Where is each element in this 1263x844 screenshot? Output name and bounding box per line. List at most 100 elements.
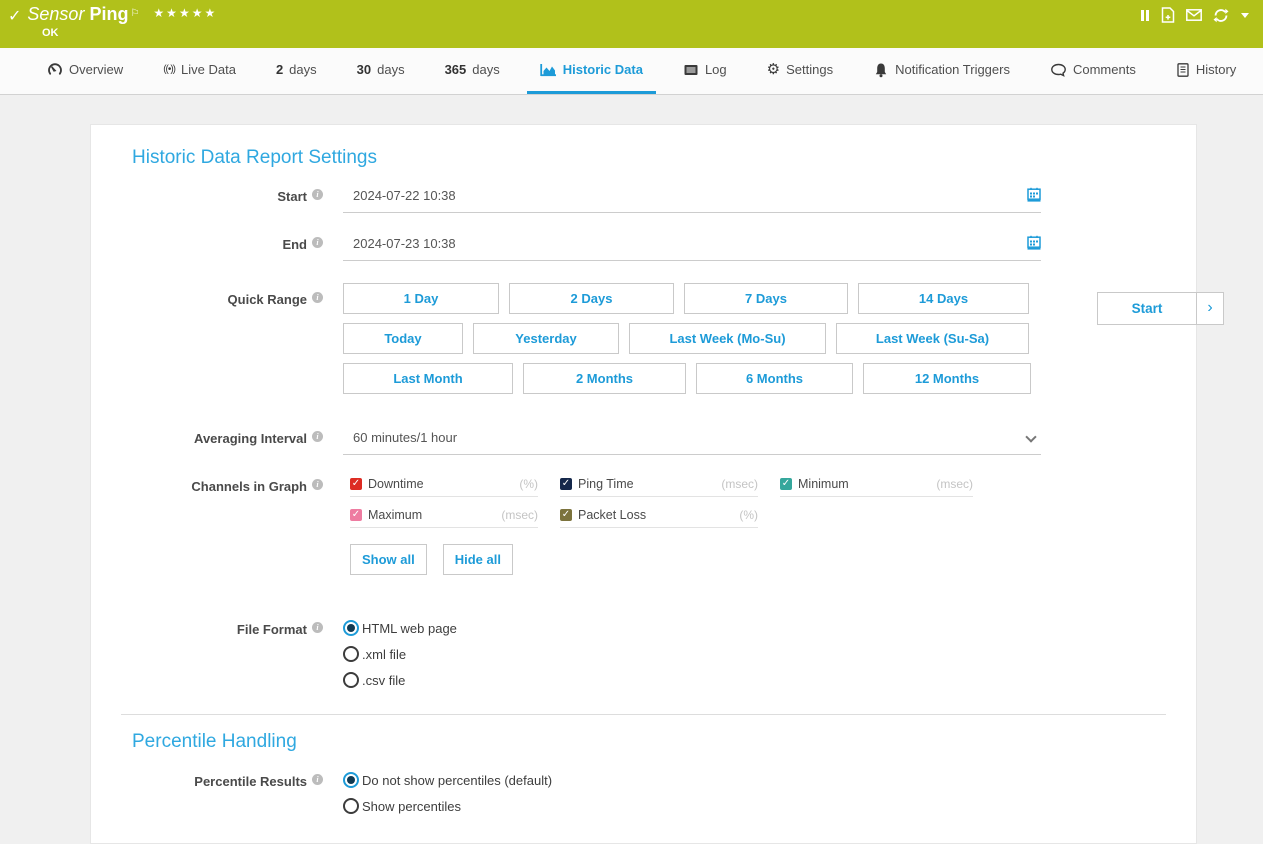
tab-label: days xyxy=(289,62,316,77)
file-format-option[interactable]: .csv file xyxy=(343,672,1041,688)
radio-button[interactable] xyxy=(343,646,359,662)
file-format-options: HTML web page .xml file .csv file xyxy=(343,620,1041,688)
quick-range-label: Quick Range xyxy=(228,292,307,307)
start-date-value: 2024-07-22 10:38 xyxy=(353,188,456,203)
quick-range-button[interactable]: Today xyxy=(343,323,463,354)
chevron-down-icon xyxy=(1025,431,1036,442)
channel-checkbox[interactable]: ✓ xyxy=(350,509,362,521)
tab-label: Historic Data xyxy=(563,62,643,77)
tab-comments[interactable]: Comments xyxy=(1037,48,1149,94)
radio-button[interactable] xyxy=(343,620,359,636)
historic-data-panel: Historic Data Report Settings Start i 20… xyxy=(90,124,1197,844)
radio-label: HTML web page xyxy=(362,621,457,636)
channel-unit: (msec) xyxy=(936,477,973,491)
start-date-input[interactable]: 2024-07-22 10:38 xyxy=(343,187,1041,213)
info-icon[interactable]: i xyxy=(312,774,323,785)
report-document-icon[interactable] xyxy=(1161,7,1175,23)
priority-stars[interactable]: ★★★★★ xyxy=(153,6,217,20)
quick-range-button[interactable]: Last Week (Mo-Su) xyxy=(629,323,826,354)
quick-range-button[interactable]: 12 Months xyxy=(863,363,1031,394)
quick-range-button[interactable]: 6 Months xyxy=(696,363,853,394)
calendar-icon[interactable] xyxy=(1027,235,1041,250)
channel-item[interactable]: ✓ Ping Time (msec) xyxy=(560,477,758,497)
tab-overview[interactable]: Overview xyxy=(34,48,136,94)
tab-live-data[interactable]: ((•)) Live Data xyxy=(150,48,249,94)
quick-range-button[interactable]: Yesterday xyxy=(473,323,619,354)
tab-30-days[interactable]: 30 days xyxy=(344,48,418,94)
percentile-results-options: Do not show percentiles (default) Show p… xyxy=(343,772,1041,814)
tab-history[interactable]: History xyxy=(1163,48,1249,94)
file-format-option[interactable]: .xml file xyxy=(343,646,1041,662)
info-icon[interactable]: i xyxy=(312,189,323,200)
channel-item[interactable]: ✓ Minimum (msec) xyxy=(780,477,973,497)
end-date-value: 2024-07-23 10:38 xyxy=(353,236,456,251)
channels-in-graph-label: Channels in Graph xyxy=(191,479,307,494)
log-list-icon xyxy=(683,62,699,78)
section-divider xyxy=(121,714,1166,715)
averaging-interval-value: 60 minutes/1 hour xyxy=(353,430,457,445)
quick-range-button[interactable]: 7 Days xyxy=(684,283,848,314)
percentile-option[interactable]: Do not show percentiles (default) xyxy=(343,772,1041,788)
calendar-icon[interactable] xyxy=(1027,187,1041,202)
tab-2-days[interactable]: 2 days xyxy=(263,48,330,94)
end-date-input[interactable]: 2024-07-23 10:38 xyxy=(343,235,1041,261)
info-icon[interactable]: i xyxy=(312,622,323,633)
channel-checkbox[interactable]: ✓ xyxy=(350,478,362,490)
priority-flag-icon: ⚐ xyxy=(130,8,139,19)
tab-notification-triggers[interactable]: Notification Triggers xyxy=(860,48,1023,94)
quick-range-row-1: 1 Day 2 Days 7 Days 14 Days xyxy=(343,283,1041,314)
info-icon[interactable]: i xyxy=(312,237,323,248)
channel-name: Downtime xyxy=(368,477,424,491)
tab-number: 30 xyxy=(357,62,371,77)
channel-unit: (%) xyxy=(519,477,538,491)
tab-log[interactable]: Log xyxy=(670,48,740,94)
refresh-icon[interactable] xyxy=(1213,8,1229,23)
bell-icon xyxy=(873,62,889,78)
quick-range-button[interactable]: Last Week (Su-Sa) xyxy=(836,323,1029,354)
channel-item[interactable]: ✓ Packet Loss (%) xyxy=(560,508,758,528)
sensor-title: SensorPing⚐ xyxy=(27,3,139,25)
start-report-button[interactable]: Start xyxy=(1097,292,1197,325)
tab-settings[interactable]: ⚙ Settings xyxy=(754,48,846,94)
start-label: Start xyxy=(277,189,307,204)
info-icon[interactable]: i xyxy=(312,479,323,490)
pause-icon[interactable] xyxy=(1140,10,1150,21)
tab-365-days[interactable]: 365 days xyxy=(432,48,513,94)
show-all-button[interactable]: Show all xyxy=(350,544,427,575)
channel-item[interactable]: ✓ Downtime (%) xyxy=(350,477,538,497)
quick-range-button[interactable]: 14 Days xyxy=(858,283,1029,314)
tab-label: Live Data xyxy=(181,62,236,77)
check-icon: ✓ xyxy=(780,478,792,490)
email-icon[interactable] xyxy=(1186,9,1202,21)
channel-checkbox[interactable]: ✓ xyxy=(560,478,572,490)
quick-range-button[interactable]: 2 Months xyxy=(523,363,686,394)
quick-range-button[interactable]: 2 Days xyxy=(509,283,674,314)
check-icon: ✓ xyxy=(350,509,362,521)
hide-all-button[interactable]: Hide all xyxy=(443,544,513,575)
channel-unit: (msec) xyxy=(501,508,538,522)
radio-label: .csv file xyxy=(362,673,405,688)
chevron-right-icon[interactable]: › xyxy=(1197,292,1224,325)
info-icon[interactable]: i xyxy=(312,292,323,303)
tab-label: Settings xyxy=(786,62,833,77)
file-format-option[interactable]: HTML web page xyxy=(343,620,1041,636)
chart-icon xyxy=(540,62,557,77)
radio-button[interactable] xyxy=(343,672,359,688)
quick-range-button[interactable]: Last Month xyxy=(343,363,513,394)
percentile-option[interactable]: Show percentiles xyxy=(343,798,1041,814)
tab-number: 365 xyxy=(445,62,467,77)
info-icon[interactable]: i xyxy=(312,431,323,442)
quick-range-button[interactable]: 1 Day xyxy=(343,283,499,314)
channel-name: Minimum xyxy=(798,477,849,491)
sensor-header: ✓ SensorPing⚐ ★★★★★ OK xyxy=(0,0,1263,48)
channel-unit: (%) xyxy=(739,508,758,522)
channel-item[interactable]: ✓ Maximum (msec) xyxy=(350,508,538,528)
chevron-down-icon[interactable] xyxy=(1241,13,1249,18)
radio-button[interactable] xyxy=(343,772,359,788)
tab-historic-data[interactable]: Historic Data xyxy=(527,48,656,94)
check-icon: ✓ xyxy=(560,478,572,490)
channel-checkbox[interactable]: ✓ xyxy=(780,478,792,490)
channel-checkbox[interactable]: ✓ xyxy=(560,509,572,521)
radio-button[interactable] xyxy=(343,798,359,814)
averaging-interval-select[interactable]: 60 minutes/1 hour xyxy=(343,429,1041,455)
